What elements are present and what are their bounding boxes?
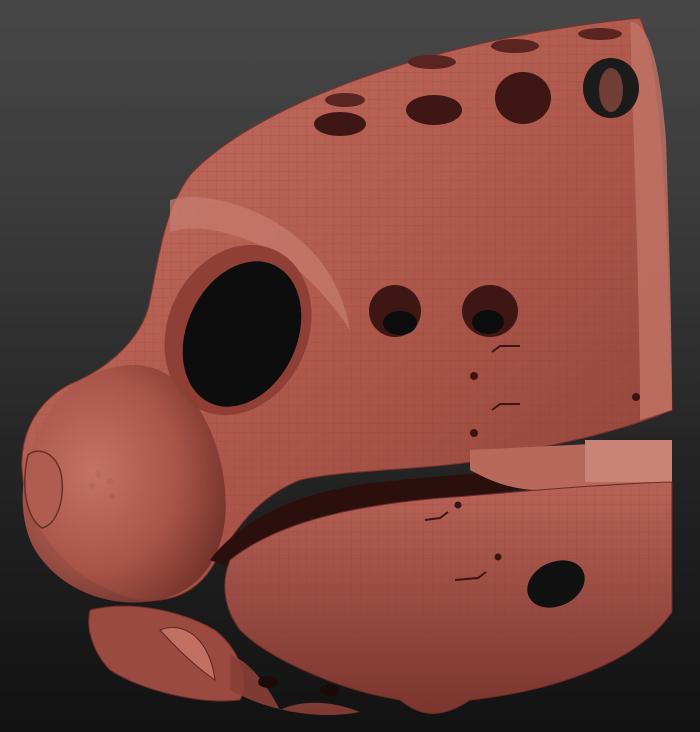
- sculpt-viewport[interactable]: [0, 0, 700, 732]
- chin: [88, 605, 245, 702]
- mask-model: [21, 17, 673, 716]
- inner-panel: [585, 440, 672, 482]
